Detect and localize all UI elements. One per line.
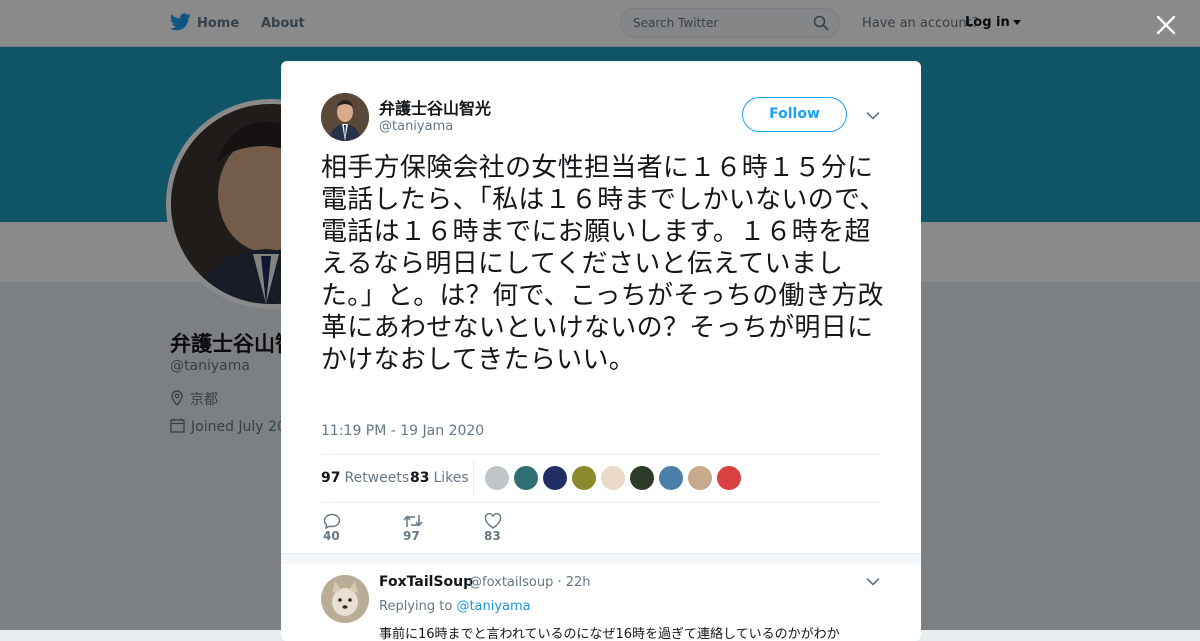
tweet-author-name[interactable]: 弁護士谷山智光	[379, 95, 491, 119]
replying-to-label: Replying to	[379, 599, 453, 614]
reply-meta: @foxtailsoup · 22h	[469, 575, 591, 590]
reply-author-avatar[interactable]	[321, 575, 369, 623]
liker-avatar[interactable]	[514, 466, 538, 490]
liker-avatar[interactable]	[630, 466, 654, 490]
reply-chevron-down-icon[interactable]	[866, 577, 880, 587]
likes-count: 83	[410, 470, 430, 486]
likes-stat[interactable]: 83 Likes	[410, 470, 469, 486]
replying-to-handle[interactable]: @taniyama	[456, 599, 530, 614]
tweet-author-handle[interactable]: @taniyama	[379, 119, 453, 134]
reply-author-handle[interactable]: @foxtailsoup	[469, 575, 553, 590]
tweet-stats: 97 Retweets 83 Likes	[321, 454, 881, 503]
retweet-count: 97	[403, 529, 420, 543]
tweet-modal: 弁護士谷山智光 @taniyama Follow 相手方保険会社の女性担当者に１…	[281, 61, 921, 641]
tweet-text: 相手方保険会社の女性担当者に１６時１５分に電話したら、「私は１６時までしかいない…	[321, 153, 886, 375]
tweet-timestamp[interactable]: 11:19 PM - 19 Jan 2020	[321, 423, 484, 439]
reply-icon	[323, 513, 341, 530]
liker-avatar[interactable]	[659, 466, 683, 490]
retweet-action[interactable]: 97	[403, 513, 431, 543]
reply-action[interactable]: 40	[323, 513, 349, 543]
replies-separator	[281, 553, 921, 564]
reply-time[interactable]: 22h	[566, 575, 591, 590]
liker-avatars	[485, 466, 746, 490]
reply-count: 40	[323, 529, 340, 543]
retweet-icon	[403, 515, 423, 527]
liker-avatar[interactable]	[717, 466, 741, 490]
follow-button[interactable]: Follow	[742, 97, 847, 132]
retweets-stat[interactable]: 97 Retweets	[321, 470, 409, 486]
liker-avatar[interactable]	[688, 466, 712, 490]
like-count: 83	[484, 529, 501, 543]
liker-avatar[interactable]	[572, 466, 596, 490]
reply-text: 事前に16時までと言われているのになぜ16時を過ぎて連絡しているのかがわか	[379, 627, 840, 641]
stats-divider	[473, 461, 474, 495]
chevron-down-icon[interactable]	[866, 111, 880, 121]
retweets-count: 97	[321, 470, 341, 486]
liker-avatar[interactable]	[601, 466, 625, 490]
reply-author-avatar-image	[321, 575, 369, 623]
like-action[interactable]: 83	[484, 512, 510, 543]
tweet-author-avatar-image	[321, 93, 369, 141]
tweet-author-avatar[interactable]	[321, 93, 369, 141]
retweets-label: Retweets	[344, 470, 410, 486]
replying-to: Replying to @taniyama	[379, 599, 531, 614]
liker-avatar[interactable]	[543, 466, 567, 490]
likes-label: Likes	[433, 470, 469, 486]
close-icon[interactable]	[1155, 14, 1177, 36]
heart-icon	[484, 512, 502, 529]
liker-avatar[interactable]	[485, 466, 509, 490]
reply-author-name[interactable]: FoxTailSoup	[379, 574, 473, 590]
